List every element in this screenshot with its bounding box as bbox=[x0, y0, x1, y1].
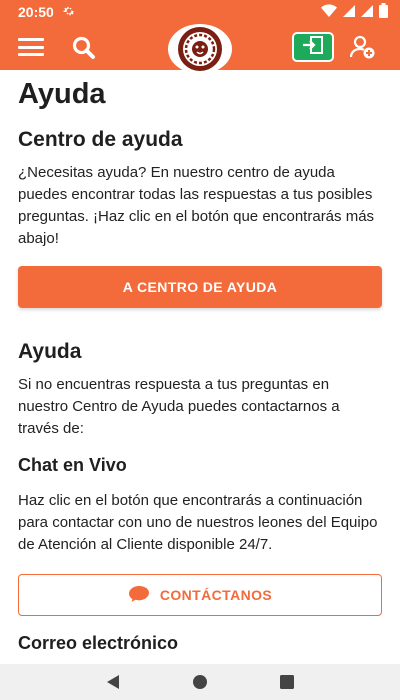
chat-bubble-icon bbox=[128, 585, 150, 606]
contact-us-button[interactable]: CONTÁCTANOS bbox=[18, 574, 382, 616]
signal-icon bbox=[343, 4, 355, 21]
wifi-icon bbox=[321, 3, 337, 21]
back-triangle-icon[interactable] bbox=[103, 672, 123, 692]
live-chat-heading: Chat en Vivo bbox=[18, 455, 127, 475]
live-chat-text: Haz clic en el botón que encontrarás a c… bbox=[18, 492, 378, 553]
contact-us-label: CONTÁCTANOS bbox=[159, 587, 273, 603]
hamburger-menu-icon[interactable] bbox=[18, 38, 44, 56]
help-page-content: Ayuda Centro de ayuda ¿Necesitas ayuda? … bbox=[0, 70, 400, 664]
recents-square-icon[interactable] bbox=[277, 672, 297, 692]
home-circle-icon[interactable] bbox=[190, 672, 210, 692]
battery-icon bbox=[379, 3, 388, 21]
settings-gear-icon bbox=[62, 4, 76, 21]
status-time: 20:50 bbox=[18, 4, 54, 20]
login-button[interactable] bbox=[292, 32, 334, 62]
help-text: Si no encuentras respuesta a tus pregunt… bbox=[18, 376, 340, 437]
add-user-icon[interactable] bbox=[349, 34, 376, 60]
search-icon[interactable] bbox=[70, 34, 98, 62]
help-center-text: ¿Necesitas ayuda? En nuestro centro de a… bbox=[18, 164, 375, 247]
status-bar: 20:50 bbox=[0, 0, 400, 24]
lion-logo-icon[interactable] bbox=[168, 24, 232, 74]
page-title: Ayuda bbox=[18, 78, 106, 110]
signal-icon-2 bbox=[361, 4, 373, 21]
login-icon bbox=[302, 35, 324, 59]
help-center-button[interactable]: A CENTRO DE AYUDA bbox=[18, 266, 382, 308]
help-heading: Ayuda bbox=[18, 340, 82, 363]
app-header bbox=[0, 24, 400, 74]
help-center-heading: Centro de ayuda bbox=[18, 128, 183, 151]
system-nav-bar bbox=[0, 664, 400, 700]
email-heading: Correo electrónico bbox=[18, 633, 179, 653]
